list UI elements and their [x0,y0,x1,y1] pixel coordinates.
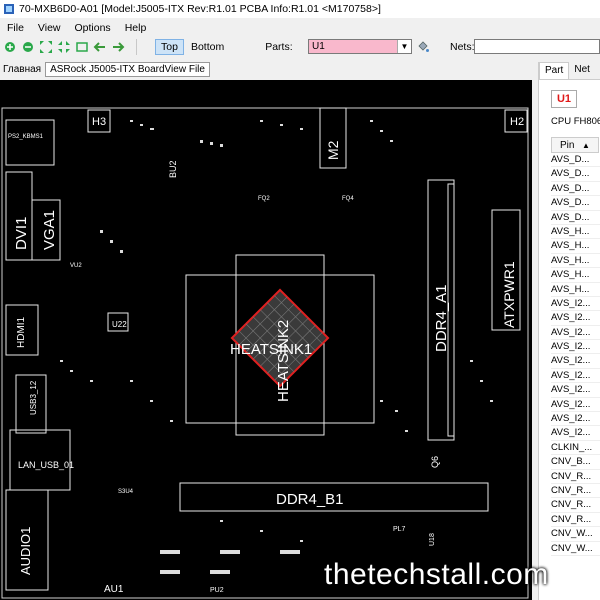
label-au1: AU1 [104,584,124,595]
label-u22: U22 [112,320,127,329]
pin-header-label: Pin [560,140,575,151]
selected-part-badge: U1 [551,90,577,108]
pin-row[interactable]: AVS_D... [551,167,600,182]
menu-options[interactable]: Options [68,22,118,34]
label-h2: H2 [510,116,524,128]
parts-label: Parts: [265,41,293,53]
parts-search-value: U1 [312,41,325,52]
tab-net[interactable]: Net [569,62,595,79]
pin-row[interactable]: CNV_R... [551,484,600,499]
bottom-side-button[interactable]: Bottom [186,40,229,54]
menu-view[interactable]: View [31,22,68,34]
pin-row[interactable]: AVS_I2... [551,398,600,413]
zoom-in-icon[interactable] [20,39,36,55]
pin-column-header[interactable]: Pin ▲ [551,137,599,153]
pin-row[interactable]: AVS_H... [551,239,600,254]
paint-bucket-icon[interactable] [416,40,430,57]
pin-row[interactable]: AVS_H... [551,225,600,240]
label-q6: Q6 [430,456,440,468]
label-u18: U18 [429,533,436,546]
label-h3: H3 [92,116,106,128]
pin-row[interactable]: CNV_R... [551,498,600,513]
pin-row[interactable]: AVS_D... [551,182,600,197]
pin-row[interactable]: CNV_R... [551,513,600,528]
flip-icon[interactable] [74,39,90,55]
label-pl7: PL7 [393,526,406,533]
pin-row[interactable]: AVS_I2... [551,311,600,326]
label-hdmi: HDMI1 [16,316,27,348]
tab-home[interactable]: Главная [0,64,41,75]
menu-bar: File View Options Help [0,19,600,36]
label-s3u4: S3U4 [118,489,134,495]
chevron-down-icon[interactable]: ▼ [397,40,411,53]
pin-row[interactable]: AVS_I2... [551,297,600,312]
label-fq2: FQ2 [258,196,270,202]
document-tabs: Главная ASRock J5005-ITX BoardView File [0,60,532,78]
arrow-left-icon[interactable] [92,39,108,55]
expand-icon[interactable] [38,39,54,55]
app-icon [4,4,14,14]
label-m2: M2 [325,140,341,160]
sort-up-icon: ▲ [582,141,590,150]
label-dvi: DVI1 [13,217,30,250]
pin-row[interactable]: AVS_I2... [551,326,600,341]
pin-row[interactable]: AVS_I2... [551,426,600,441]
label-vga: VGA1 [41,210,58,250]
pin-row[interactable]: AVS_D... [551,196,600,211]
label-fq4: FQ4 [342,196,354,202]
window-title: 70-MXB6D0-A01 [Model:J5005-ITX Rev:R1.01… [19,3,381,15]
pin-row[interactable]: AVS_D... [551,211,600,225]
part-panel: Part Net U1 CPU FH806 Pin ▲ AVS_D... AVS… [538,62,600,600]
pin-row[interactable]: AVS_H... [551,268,600,283]
label-lan: LAN_USB_01 [18,460,74,470]
tab-boardview-file[interactable]: ASRock J5005-ITX BoardView File [45,61,210,77]
pin-row[interactable]: CNV_W... [551,527,600,542]
pcb-board-drawing: H3 H2 PS2_KBMS1 DVI1 VGA1 VU2 HDMI1 USB3… [1,107,529,599]
window-titlebar: 70-MXB6D0-A01 [Model:J5005-ITX Rev:R1.01… [0,0,600,18]
label-ps2: PS2_KBMS1 [8,134,44,140]
label-audio: AUDIO1 [18,527,33,575]
label-usb3: USB3_12 [29,380,38,415]
pin-row[interactable]: AVS_H... [551,283,600,297]
nets-label: Nets: [450,41,475,53]
label-bu2: BU2 [168,160,178,178]
pin-row[interactable]: CNV_B... [551,455,600,470]
pcb-board-canvas[interactable]: H3 H2 PS2_KBMS1 DVI1 VGA1 VU2 HDMI1 USB3… [0,80,532,600]
zoom-fit-icon[interactable] [2,39,18,55]
label-ddr4-b1: DDR4_B1 [276,491,344,508]
part-description: CPU FH806 [551,116,600,127]
pin-row[interactable]: CNV_R... [551,470,600,484]
pin-list: AVS_D... AVS_D... AVS_D... AVS_D... AVS_… [551,153,600,556]
toolbar-separator [136,39,137,55]
menu-file[interactable]: File [0,22,31,34]
pin-row[interactable]: AVS_H... [551,254,600,269]
top-side-button[interactable]: Top [155,39,184,55]
parts-search-input[interactable]: U1 ▼ [308,39,412,54]
pin-row[interactable]: AVS_I2... [551,354,600,369]
label-heatsink2: HEATSINK2 [275,320,292,402]
pin-row[interactable]: AVS_I2... [551,340,600,355]
label-vu2: VU2 [70,263,82,269]
pin-row[interactable]: AVS_I2... [551,412,600,427]
pin-row[interactable]: AVS_D... [551,153,600,168]
menu-help[interactable]: Help [118,22,154,34]
collapse-icon[interactable] [56,39,72,55]
pin-row[interactable]: CLKIN_... [551,441,600,456]
pin-row[interactable]: AVS_I2... [551,383,600,398]
arrow-right-icon[interactable] [110,39,126,55]
label-ddr4-a1: DDR4_A1 [433,284,450,352]
watermark-text: thetechstall.com [324,558,549,591]
pin-row[interactable]: CNV_W... [551,542,600,556]
nets-search-input[interactable] [474,39,600,54]
label-heatsink1: HEATSINK1 [230,341,312,358]
label-atxpwr: ATXPWR1 [501,261,517,328]
tab-part[interactable]: Part [539,62,570,79]
part-panel-tabs: Part Net [539,62,600,80]
label-pu2: PU2 [210,587,224,594]
pin-row[interactable]: AVS_I2... [551,369,600,384]
